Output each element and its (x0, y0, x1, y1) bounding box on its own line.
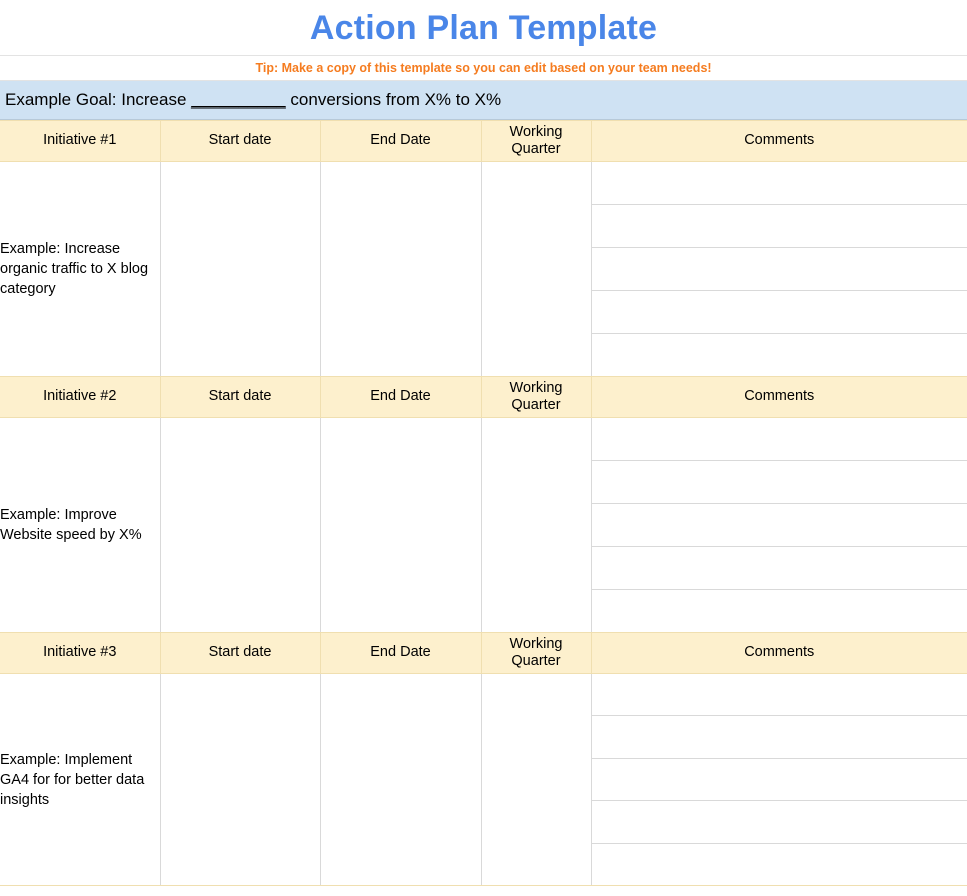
comments-cell-2 (591, 417, 967, 633)
working-quarter-cell-3[interactable] (481, 673, 592, 886)
end-date-cell-1[interactable] (320, 161, 482, 377)
comment-line[interactable] (591, 205, 967, 248)
comment-stack-3 (591, 674, 967, 885)
action-plan-table: Initiative #1 Start date End Date Workin… (0, 120, 967, 886)
goal-row[interactable]: Example Goal: Increase __________ conver… (0, 81, 967, 120)
comment-stack-1 (591, 162, 967, 376)
comments-cell-1 (591, 161, 967, 377)
initiative-description-3[interactable]: Example: Implement GA4 for for better da… (0, 673, 161, 886)
start-date-cell-2[interactable] (160, 417, 321, 633)
table-header-row: Initiative #2 Start date End Date Workin… (0, 376, 967, 418)
working-quarter-cell-2[interactable] (481, 417, 592, 633)
header-start-date-3[interactable]: Start date (160, 632, 321, 674)
table-row: Example: Implement GA4 for for better da… (0, 673, 967, 886)
comment-line[interactable] (592, 844, 967, 885)
header-end-date-1[interactable]: End Date (320, 120, 482, 162)
comment-stack-2 (591, 418, 967, 632)
table-header-row: Initiative #1 Start date End Date Workin… (0, 120, 967, 162)
comment-line[interactable] (591, 801, 967, 844)
header-comments-1[interactable]: Comments (591, 120, 967, 162)
header-initiative-1[interactable]: Initiative #1 (0, 120, 161, 162)
table-header-row: Initiative #3 Start date End Date Workin… (0, 632, 967, 674)
header-comments-2[interactable]: Comments (591, 376, 967, 418)
end-date-cell-2[interactable] (320, 417, 482, 633)
comment-line[interactable] (591, 461, 967, 504)
comment-line[interactable] (591, 759, 967, 802)
header-start-date-1[interactable]: Start date (160, 120, 321, 162)
header-working-quarter-2[interactable]: Working Quarter (481, 376, 592, 418)
header-end-date-2[interactable]: End Date (320, 376, 482, 418)
comments-cell-3 (591, 673, 967, 886)
comment-line[interactable] (591, 674, 967, 717)
comment-line[interactable] (591, 248, 967, 291)
comment-line[interactable] (591, 418, 967, 461)
header-comments-3[interactable]: Comments (591, 632, 967, 674)
end-date-cell-3[interactable] (320, 673, 482, 886)
comment-line[interactable] (592, 334, 967, 376)
page-title-row: Action Plan Template (0, 0, 967, 56)
tip-row: Tip: Make a copy of this template so you… (0, 56, 967, 81)
working-quarter-line2: Quarter (511, 141, 561, 157)
goal-text: Example Goal: Increase __________ conver… (0, 90, 501, 110)
goal-blank: __________ (191, 90, 286, 109)
working-quarter-line2: Quarter (511, 397, 561, 413)
initiative-description-2[interactable]: Example: Improve Website speed by X% (0, 417, 161, 633)
comment-line[interactable] (591, 162, 967, 205)
comment-line[interactable] (591, 504, 967, 547)
comment-line[interactable] (591, 716, 967, 759)
comment-line[interactable] (591, 547, 967, 590)
page-title: Action Plan Template (309, 8, 658, 47)
goal-prefix: Example Goal: Increase (5, 90, 192, 109)
goal-suffix: conversions from X% to X% (285, 90, 502, 109)
start-date-cell-1[interactable] (160, 161, 321, 377)
comment-line[interactable] (592, 590, 967, 632)
header-start-date-2[interactable]: Start date (160, 376, 321, 418)
comment-line[interactable] (591, 291, 967, 334)
working-quarter-line1: Working (509, 635, 563, 652)
header-working-quarter-3[interactable]: Working Quarter (481, 632, 592, 674)
working-quarter-cell-1[interactable] (481, 161, 592, 377)
table-row: Example: Improve Website speed by X% (0, 417, 967, 633)
header-end-date-3[interactable]: End Date (320, 632, 482, 674)
header-working-quarter-1[interactable]: Working Quarter (481, 120, 592, 162)
start-date-cell-3[interactable] (160, 673, 321, 886)
table-row: Example: Increase organic traffic to X b… (0, 161, 967, 377)
working-quarter-line1: Working (509, 379, 563, 396)
initiative-description-1[interactable]: Example: Increase organic traffic to X b… (0, 161, 161, 377)
header-initiative-2[interactable]: Initiative #2 (0, 376, 161, 418)
header-initiative-3[interactable]: Initiative #3 (0, 632, 161, 674)
spreadsheet-sheet: Action Plan Template Tip: Make a copy of… (0, 0, 967, 886)
tip-text: Tip: Make a copy of this template so you… (255, 60, 712, 75)
working-quarter-line2: Quarter (511, 653, 561, 669)
working-quarter-line1: Working (509, 123, 563, 140)
